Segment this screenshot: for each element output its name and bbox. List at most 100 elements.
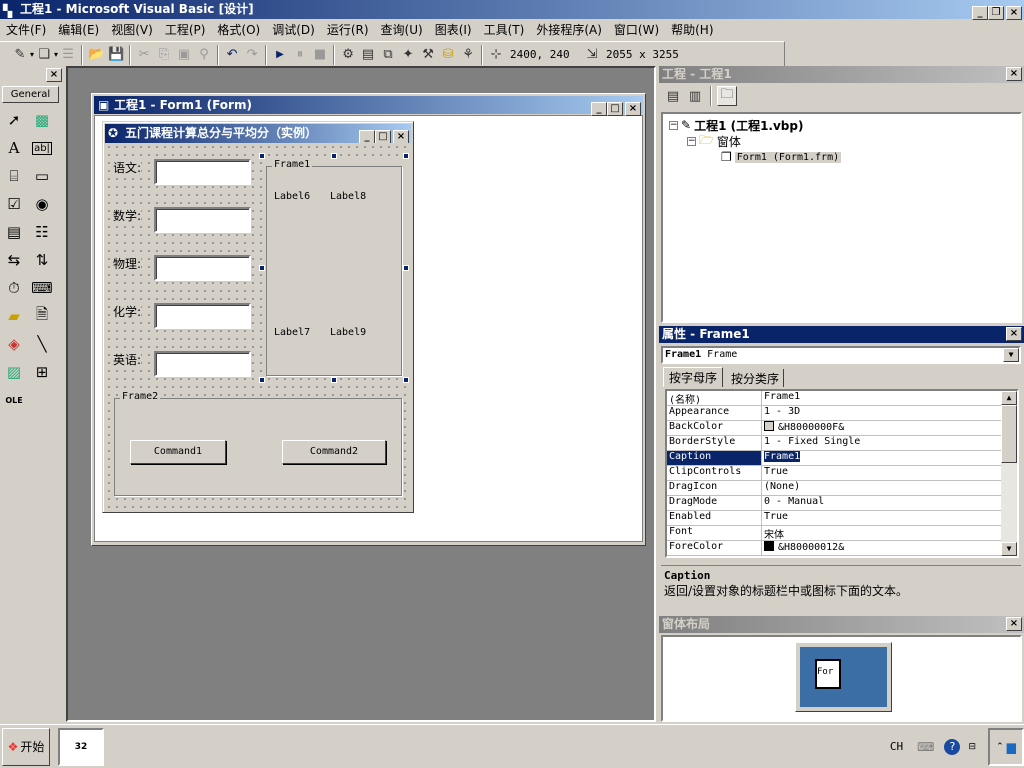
property-row[interactable]: DragIcon (None) <box>667 481 1001 496</box>
pause-icon[interactable]: ⏸ <box>290 45 310 65</box>
property-row[interactable]: Caption Frame1 <box>667 451 1001 466</box>
selection-handle[interactable] <box>403 265 409 271</box>
data-view-icon[interactable]: ⛁ <box>438 45 458 65</box>
network-icon[interactable]: ▆ <box>1007 740 1016 754</box>
tab-alphabetic[interactable]: 按字母序 <box>663 367 724 387</box>
tree-node-forms[interactable]: − 🗁 窗体 <box>669 133 1014 149</box>
open-icon[interactable]: 📂 <box>86 45 106 65</box>
properties-window-icon[interactable]: ▤ <box>358 45 378 65</box>
form-position-preview[interactable]: For <box>815 659 841 689</box>
designer-maximize-button[interactable]: □ <box>607 102 623 116</box>
label6[interactable]: Label6 <box>274 191 310 202</box>
minimize-button[interactable]: _ <box>972 6 988 20</box>
collapse-icon[interactable]: − <box>687 136 696 146</box>
toolbox-tab-general[interactable]: General <box>2 86 59 103</box>
menu-project[interactable]: 工程(P) <box>165 23 206 37</box>
start-button[interactable]: ❖ 开始 <box>2 727 50 766</box>
shape-tool-icon[interactable]: ◈ <box>0 330 28 358</box>
property-value[interactable]: Frame1 <box>762 451 1001 465</box>
tree-node-project[interactable]: − ✎ 工程1 (工程1.vbp) <box>669 117 1014 133</box>
object-dropdown-arrow[interactable]: ▼ <box>1003 348 1019 362</box>
menu-tools[interactable]: 工具(T) <box>484 23 525 37</box>
textbox-math[interactable] <box>154 207 251 233</box>
property-row[interactable]: BackColor &H8000000F& <box>667 421 1001 436</box>
toolbox-close-button[interactable]: × <box>46 68 62 82</box>
project-close-button[interactable]: × <box>1006 67 1022 81</box>
find-icon[interactable]: ⚲ <box>194 45 214 65</box>
menu-window[interactable]: 窗口(W) <box>614 23 659 37</box>
menu-edit[interactable]: 编辑(E) <box>58 23 99 37</box>
property-row[interactable]: BorderStyle 1 - Fixed Single <box>667 436 1001 451</box>
filelistbox-tool-icon[interactable]: 🗎 <box>28 302 56 330</box>
dirlistbox-tool-icon[interactable]: ▰ <box>0 302 28 330</box>
tree-node-form1[interactable]: ❐ Form1 (Form1.frm) <box>669 149 1014 165</box>
property-value[interactable]: Frame1 <box>762 391 1001 405</box>
cut-icon[interactable]: ✂ <box>134 45 154 65</box>
label-english[interactable]: 英语: <box>113 351 142 368</box>
hscrollbar-tool-icon[interactable]: ⇆ <box>0 246 28 274</box>
ime-options-icon[interactable]: ⊟ <box>968 742 976 752</box>
frame-tool-icon[interactable]: ⌸ <box>0 162 28 190</box>
add-form-icon[interactable]: ❏ <box>34 45 54 65</box>
drivelistbox-tool-icon[interactable]: ⌨ <box>28 274 56 302</box>
paste-icon[interactable]: ▣ <box>174 45 194 65</box>
line-tool-icon[interactable]: ╲ <box>28 330 56 358</box>
timer-tool-icon[interactable]: ⏱ <box>0 274 28 302</box>
checkbox-tool-icon[interactable]: ☑ <box>0 190 28 218</box>
undo-icon[interactable]: ↶ <box>222 45 242 65</box>
menu-view[interactable]: 视图(V) <box>111 23 153 37</box>
selection-handle[interactable] <box>331 377 337 383</box>
pointer-tool-icon[interactable]: ➚ <box>0 106 28 134</box>
tray-expand-icon[interactable]: ⌃ <box>996 742 1004 752</box>
label-chemistry[interactable]: 化学: <box>113 303 142 320</box>
property-row[interactable]: Font 宋体 <box>667 526 1001 541</box>
redo-icon[interactable]: ↷ <box>242 45 262 65</box>
textbox-chemistry[interactable] <box>154 303 251 329</box>
property-value[interactable]: True <box>762 466 1001 480</box>
label-tool-icon[interactable]: A <box>0 134 28 162</box>
toggle-folders-icon[interactable]: 🗀 <box>717 86 737 106</box>
property-row[interactable]: DragMode 0 - Manual <box>667 496 1001 511</box>
label-math[interactable]: 数学: <box>113 207 142 224</box>
selection-handle[interactable] <box>259 377 265 383</box>
command1-button[interactable]: Command1 <box>130 440 226 464</box>
property-row[interactable]: ClipControls True <box>667 466 1001 481</box>
listbox-tool-icon[interactable]: ☷ <box>28 218 56 246</box>
menu-editor-icon[interactable]: ☰ <box>58 45 78 65</box>
selection-handle[interactable] <box>403 153 409 159</box>
property-value[interactable]: 1 - 3D <box>762 406 1001 420</box>
menu-query[interactable]: 查询(U) <box>381 23 423 37</box>
label-chinese[interactable]: 语文: <box>113 159 142 176</box>
designer-close-button[interactable]: × <box>625 102 641 116</box>
property-value[interactable]: &H8000000F& <box>762 421 1001 435</box>
data-tool-icon[interactable]: ⊞ <box>28 358 56 386</box>
menu-run[interactable]: 运行(R) <box>327 23 369 37</box>
help-icon[interactable]: ? <box>944 738 961 755</box>
menu-help[interactable]: 帮助(H) <box>671 23 713 37</box>
view-code-icon[interactable]: ▤ <box>663 86 683 106</box>
view-object-icon[interactable]: ▥ <box>685 86 705 106</box>
project-explorer-icon[interactable]: ⚙ <box>338 45 358 65</box>
commandbutton-tool-icon[interactable]: ▭ <box>28 162 56 190</box>
property-row[interactable]: ForeColor &H80000012& <box>667 541 1001 556</box>
property-value[interactable]: &H80000012& <box>762 541 1001 555</box>
menu-file[interactable]: 文件(F) <box>6 23 46 37</box>
properties-close-button[interactable]: × <box>1006 327 1022 341</box>
menu-addins[interactable]: 外接程序(A) <box>536 23 602 37</box>
selection-handle[interactable] <box>259 153 265 159</box>
image-tool-icon[interactable]: ▨ <box>0 358 28 386</box>
start-icon[interactable]: ▶ <box>270 45 290 65</box>
copy-icon[interactable]: ⎘ <box>154 45 174 65</box>
stop-icon[interactable]: ■ <box>310 45 330 65</box>
save-icon[interactable]: 💾 <box>106 45 126 65</box>
keyboard-icon[interactable]: ⌨ <box>917 740 934 754</box>
label-physics[interactable]: 物理: <box>113 255 142 272</box>
label8[interactable]: Label8 <box>330 191 366 202</box>
restore-button[interactable]: ❐ <box>988 6 1004 20</box>
menu-debug[interactable]: 调试(D) <box>272 23 315 37</box>
menu-diagram[interactable]: 图表(I) <box>435 23 472 37</box>
object-selector[interactable]: Frame1 Frame ▼ <box>661 346 1021 364</box>
property-value[interactable]: 1 - Fixed Single <box>762 436 1001 450</box>
object-browser-icon[interactable]: ✦ <box>398 45 418 65</box>
label7[interactable]: Label7 <box>274 327 310 338</box>
